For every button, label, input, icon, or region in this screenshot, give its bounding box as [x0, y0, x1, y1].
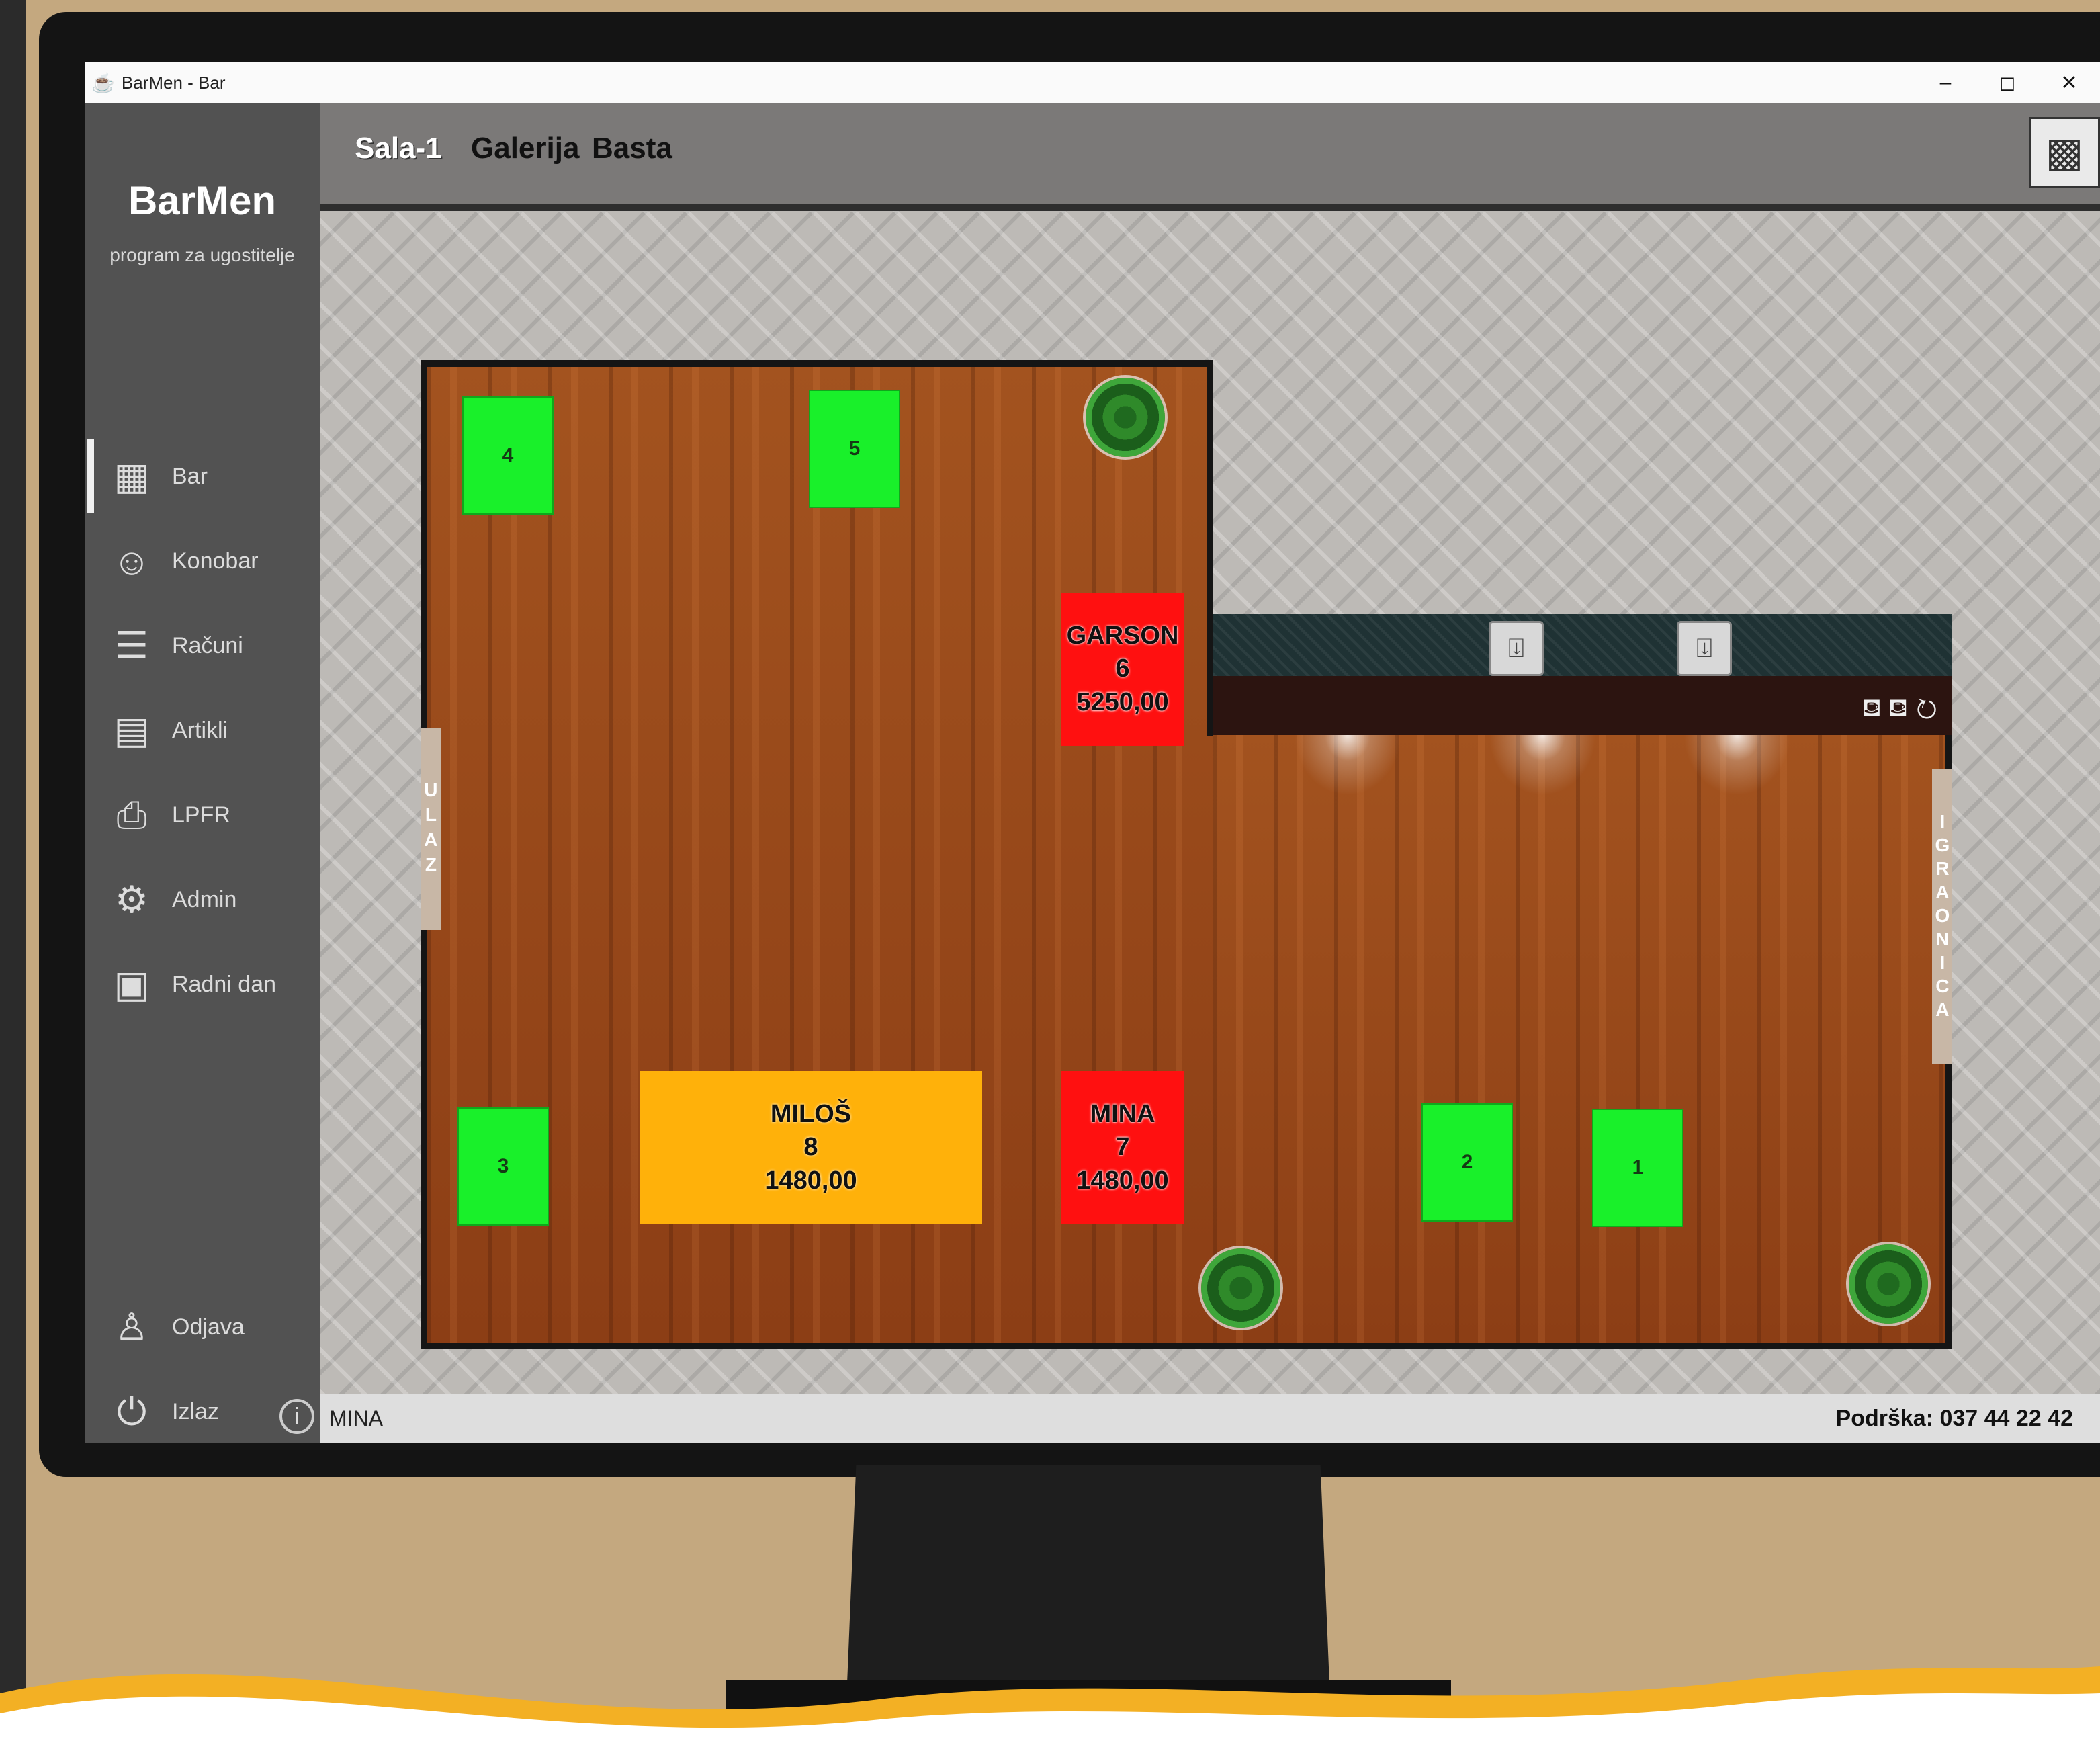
beer-tap-icon: ⍗: [1677, 621, 1732, 676]
table-waiter: MILOŠ: [770, 1099, 852, 1128]
sidebar-item-radni-dan[interactable]: ▣ Radni dan: [85, 947, 320, 1021]
room-wall: [1207, 360, 1213, 736]
glasses-icon: ⛾ ⛾ ↻: [1862, 693, 1939, 721]
info-icon[interactable]: i: [279, 1399, 314, 1434]
table-amount: 5250,00: [1076, 687, 1169, 716]
bar-counter: ⍗ ⍗ ⛾ ⛾ ↻: [1213, 614, 1952, 796]
status-bar: MINA Podrška: 037 44 22 42: [320, 1394, 2100, 1443]
brand-title: BarMen: [128, 178, 277, 223]
sidebar-item-label: Konobar: [172, 548, 259, 574]
restore-button[interactable]: ◻: [1976, 62, 2038, 103]
right-room: [1213, 735, 1952, 1349]
left-frame-strip: [0, 0, 26, 1747]
sidebar-item-label: Bar: [172, 463, 208, 489]
table-waiter: MINA: [1090, 1099, 1155, 1128]
table-number: 8: [803, 1133, 818, 1162]
playroom-door: IGRAONICA: [1931, 769, 1953, 1064]
table-5[interactable]: 5: [809, 390, 900, 508]
brand-subtitle: program za ugostitelje: [110, 245, 295, 265]
current-user: MINA: [329, 1406, 383, 1431]
app-window: ☕ BarMen - Bar – ◻ ✕ BarMen program za u…: [85, 62, 2100, 1443]
sidebar-item-label: Izlaz: [172, 1398, 219, 1424]
plant-icon: [1086, 378, 1165, 457]
calendar-icon: ▣: [114, 963, 150, 1005]
entrance-door: ULAZ: [421, 728, 441, 930]
playroom-label: IGRAONICA: [1931, 810, 1953, 1023]
table-amount: 1480,00: [764, 1166, 857, 1195]
sidebar-item-label: Artikli: [172, 717, 228, 743]
ceiling-light: [1489, 735, 1596, 796]
sidebar-item-odjava[interactable]: ♙ Odjava: [85, 1290, 320, 1364]
counter-top: [1213, 614, 1952, 676]
sidebar-item-lpfr[interactable]: ⎙ LPFR: [85, 778, 320, 852]
table-8[interactable]: MILOŠ 8 1480,00: [640, 1071, 982, 1224]
fiscal-printer-icon: ⎙: [116, 793, 147, 836]
receipts-icon: ☰: [114, 624, 149, 667]
table-amount: 1480,00: [1076, 1166, 1169, 1195]
tab-basta[interactable]: Basta: [592, 132, 672, 165]
tab-galerija[interactable]: Galerija: [471, 132, 579, 165]
entrance-label: ULAZ: [420, 779, 441, 879]
active-indicator: [87, 439, 94, 513]
waiter-icon: ☺: [112, 540, 151, 583]
table-waiter: GARSON: [1066, 621, 1179, 650]
close-button[interactable]: ✕: [2038, 62, 2100, 103]
sidebar-item-label: Računi: [172, 632, 243, 658]
table-number: 6: [1115, 654, 1130, 683]
table-4[interactable]: 4: [462, 396, 554, 515]
sidebar-item-label: Odjava: [172, 1314, 245, 1340]
floor-plan-button[interactable]: ▩: [2029, 117, 2100, 188]
minimize-button[interactable]: –: [1915, 62, 1976, 103]
sidebar-item-bar[interactable]: ▦ Bar: [85, 439, 320, 513]
floor-plan: ⍗ ⍗ ⛾ ⛾ ↻ ULAZ IGRAONICA 4 5 3 2 1 GARSO…: [320, 211, 2100, 1394]
ceiling-light: [1294, 735, 1401, 796]
sidebar-item-racuni[interactable]: ☰ Računi: [85, 609, 320, 683]
window-controls: – ◻ ✕: [1915, 62, 2100, 103]
admin-icon: ⚙: [114, 878, 149, 921]
logout-user-icon: ♙: [114, 1306, 149, 1348]
table-3[interactable]: 3: [457, 1107, 549, 1226]
table-6[interactable]: GARSON 6 5250,00: [1061, 593, 1184, 746]
room-tabs: Sala-1 Galerija Basta ▩: [320, 103, 2100, 211]
power-icon: ⏻: [116, 1390, 147, 1433]
table-1[interactable]: 1: [1592, 1109, 1683, 1227]
sidebar-item-label: LPFR: [172, 802, 230, 828]
table-7[interactable]: MINA 7 1480,00: [1061, 1071, 1184, 1224]
support-phone: Podrška: 037 44 22 42: [1835, 1405, 2073, 1431]
sidebar-item-label: Radni dan: [172, 971, 277, 997]
plant-icon: [1201, 1248, 1280, 1328]
floor-plan-icon: ▩: [2045, 130, 2084, 175]
articles-icon: ▤: [114, 709, 150, 751]
tab-sala-1[interactable]: Sala-1: [355, 132, 442, 165]
title-bar: ☕ BarMen - Bar – ◻ ✕: [85, 62, 2100, 103]
decorative-wave: [0, 1666, 2100, 1747]
beer-tap-icon: ⍗: [1489, 621, 1544, 676]
table-2[interactable]: 2: [1421, 1103, 1513, 1222]
sidebar-item-admin[interactable]: ⚙ Admin: [85, 863, 320, 937]
sidebar: BarMen program za ugostitelje ▦ Bar ☺ Ko…: [85, 103, 320, 1443]
app-logo-icon: ☕: [91, 72, 115, 93]
bar-icon: ▦: [114, 455, 150, 497]
plant-icon: [1849, 1244, 1928, 1324]
sidebar-item-konobar[interactable]: ☺ Konobar: [85, 524, 320, 598]
window-title: BarMen - Bar: [121, 72, 226, 93]
sidebar-item-label: Admin: [172, 886, 237, 912]
sidebar-item-artikli[interactable]: ▤ Artikli: [85, 693, 320, 767]
table-number: 7: [1115, 1133, 1130, 1162]
counter-front: [1213, 676, 1952, 735]
ceiling-light: [1683, 735, 1791, 796]
